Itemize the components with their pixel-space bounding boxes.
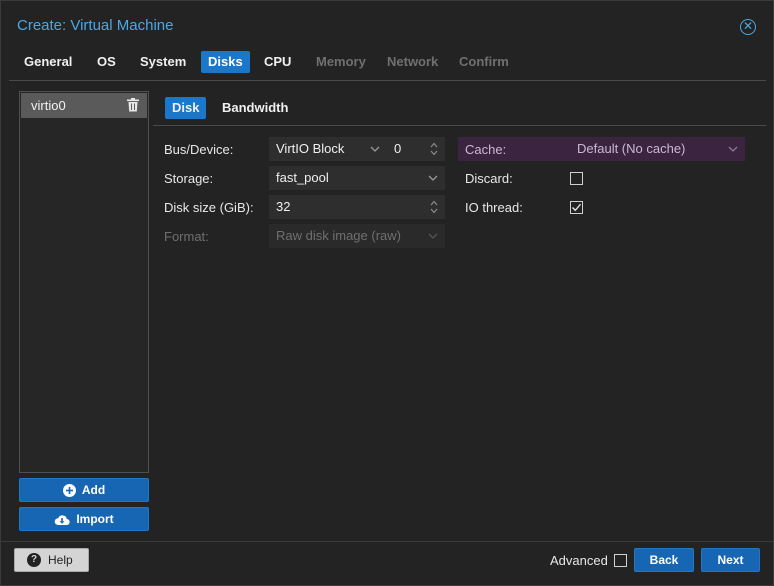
plus-circle-icon [62, 484, 76, 498]
chevron-down-icon [370, 146, 380, 152]
cache-label: Cache: [465, 142, 507, 157]
trash-icon[interactable] [127, 98, 139, 112]
checkmark-icon [572, 203, 582, 212]
help-button[interactable]: ? Help [14, 548, 89, 572]
format-select: Raw disk image (raw) [269, 224, 445, 248]
disk-size-label: Disk size (GiB): [164, 200, 254, 215]
tab-system[interactable]: System [133, 51, 193, 73]
tab-disks[interactable]: Disks [201, 51, 250, 73]
io-thread-label: IO thread: [465, 200, 523, 215]
tab-divider [9, 80, 766, 81]
cache-value: Default (No cache) [577, 141, 686, 156]
disk-size-value: 32 [276, 199, 291, 214]
chevron-down-icon [728, 146, 738, 152]
device-number-stepper[interactable]: 0 [387, 137, 445, 161]
cache-select[interactable]: Default (No cache) [570, 137, 745, 161]
tab-memory: Memory [316, 54, 366, 69]
device-value: 0 [394, 141, 402, 156]
chevron-down-icon [428, 233, 438, 239]
subtab-divider [153, 125, 766, 126]
add-label: Add [81, 483, 106, 497]
question-circle-icon: ? [27, 553, 41, 567]
format-label: Format: [164, 229, 209, 244]
import-label: Import [76, 512, 114, 526]
disk-list: virtio0 [19, 91, 149, 473]
disk-item-label: virtio0 [31, 98, 66, 113]
dialog-title: Create: Virtual Machine [17, 17, 174, 34]
discard-checkbox[interactable] [570, 172, 583, 185]
tab-network: Network [387, 54, 439, 69]
storage-value: fast_pool [276, 170, 329, 185]
disk-list-item[interactable]: virtio0 [21, 93, 147, 118]
io-thread-checkbox[interactable] [570, 201, 583, 214]
bus-value: VirtIO Block [276, 141, 345, 156]
format-value: Raw disk image (raw) [276, 228, 401, 243]
storage-select[interactable]: fast_pool [269, 166, 445, 190]
cloud-download-icon [55, 515, 70, 525]
tab-os[interactable]: OS [90, 51, 123, 73]
spinner-arrows-icon[interactable] [429, 197, 439, 217]
spinner-arrows-icon[interactable] [429, 139, 439, 159]
next-button[interactable]: Next [701, 548, 760, 572]
chevron-down-icon [428, 175, 438, 181]
close-icon[interactable]: ✕ [740, 19, 756, 35]
disk-size-stepper[interactable]: 32 [269, 195, 445, 219]
create-vm-dialog: Create: Virtual Machine ✕ General OS Sys… [0, 0, 774, 586]
back-button[interactable]: Back [634, 548, 694, 572]
advanced-checkbox[interactable] [614, 554, 627, 567]
tab-cpu[interactable]: CPU [257, 51, 298, 73]
tab-confirm: Confirm [459, 54, 509, 69]
bus-device-label: Bus/Device: [164, 142, 234, 157]
dialog-titlebar: Create: Virtual Machine ✕ [1, 1, 773, 51]
help-label: Help [48, 553, 73, 567]
tab-general[interactable]: General [17, 51, 79, 73]
bus-select[interactable]: VirtIO Block [269, 137, 387, 161]
advanced-label: Advanced [550, 553, 608, 568]
footer-divider [1, 541, 773, 542]
add-disk-button[interactable]: Add [19, 478, 149, 502]
subtab-bandwidth[interactable]: Bandwidth [215, 97, 295, 119]
discard-label: Discard: [465, 171, 513, 186]
import-disk-button[interactable]: Import [19, 507, 149, 531]
subtab-disk[interactable]: Disk [165, 97, 207, 119]
storage-label: Storage: [164, 171, 214, 186]
